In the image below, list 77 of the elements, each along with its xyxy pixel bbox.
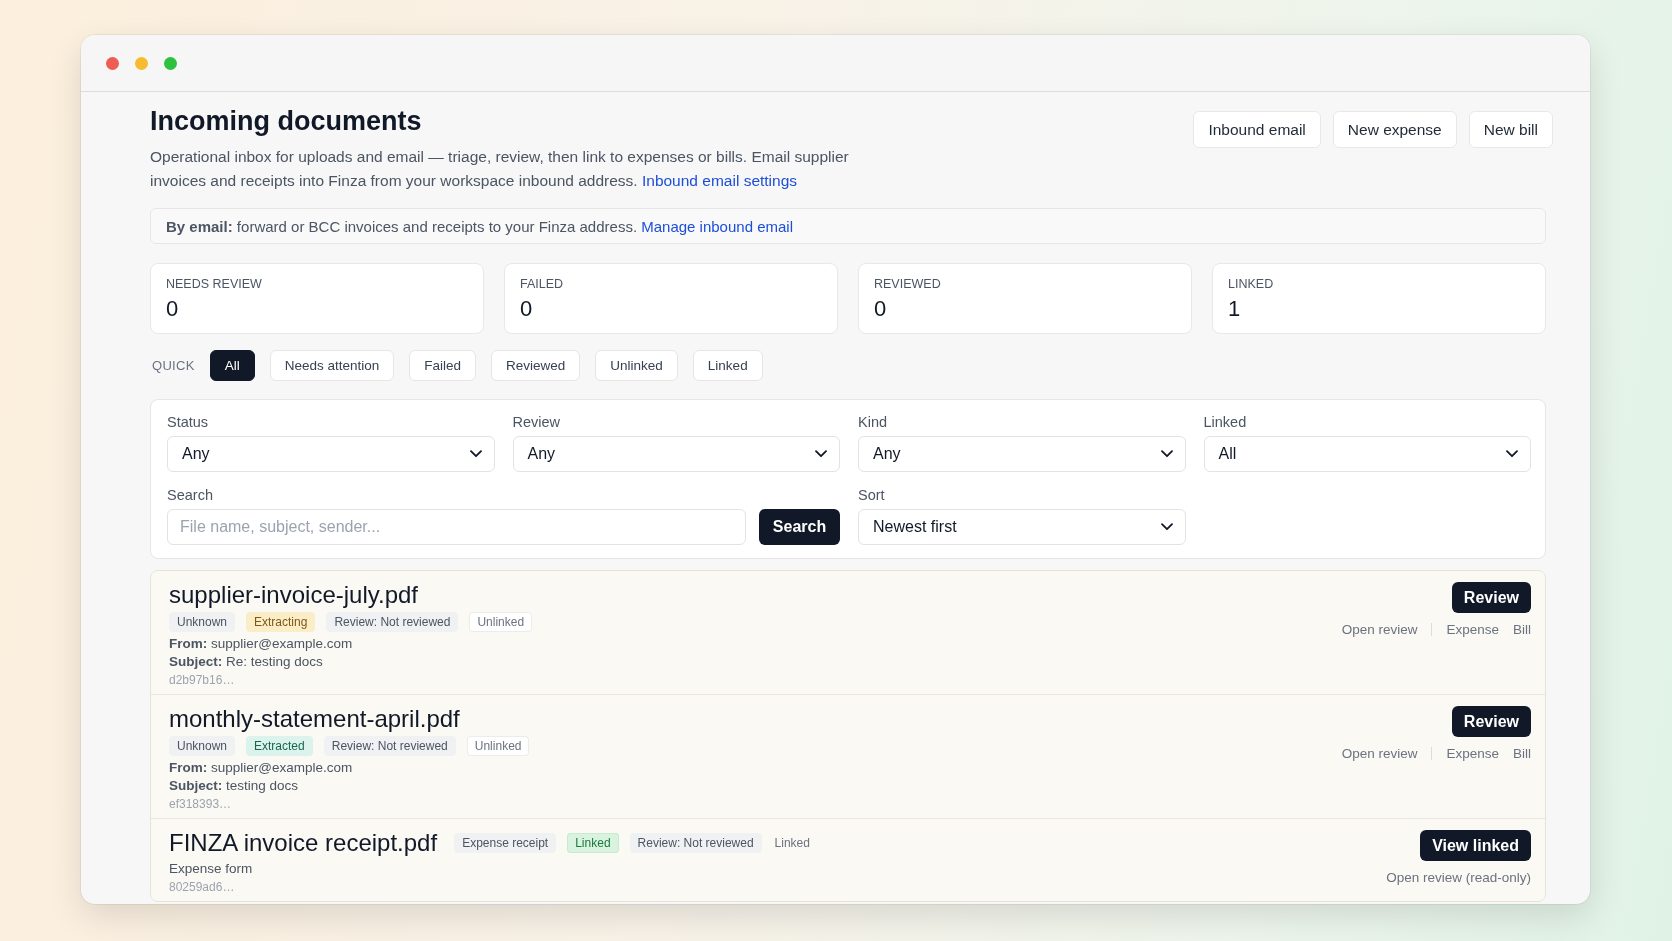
status-badge: Review: Not reviewed xyxy=(323,736,456,756)
header-button[interactable]: New bill xyxy=(1468,111,1553,148)
field-label: Linked xyxy=(1203,413,1247,431)
stat-value: 0 xyxy=(874,296,887,322)
manage-inbound-email-link[interactable]: Manage inbound email xyxy=(641,217,793,235)
stat-value: 0 xyxy=(166,296,179,322)
row-action-button[interactable]: Review xyxy=(1451,582,1531,613)
field-label: Review xyxy=(512,413,561,431)
header-button[interactable]: New expense xyxy=(1332,111,1457,148)
page-title: Incoming documents xyxy=(150,105,423,138)
document-id-text: 80259ad6… xyxy=(169,879,235,896)
chevron-down-icon xyxy=(1160,523,1173,531)
status-badge: Review: Not reviewed xyxy=(326,612,459,632)
document-id-text: ef318393… xyxy=(169,796,232,813)
row-link[interactable]: Expense xyxy=(1446,745,1499,761)
select-field[interactable]: Any xyxy=(167,436,495,472)
row-link[interactable]: Bill xyxy=(1513,621,1531,637)
row-link[interactable]: Open review xyxy=(1341,621,1418,637)
quick-filter-tab[interactable]: Failed xyxy=(409,350,477,381)
document-note-text: Expense form xyxy=(169,860,253,878)
document-title: FINZA invoice receipt.pdf xyxy=(169,829,438,857)
field-label: Kind xyxy=(858,413,888,431)
status-badge: Unknown xyxy=(169,736,236,756)
stat-label: LINKED xyxy=(1228,276,1274,292)
status-badge: Extracted xyxy=(246,736,313,756)
field-label: Search xyxy=(167,486,213,504)
select-field[interactable]: Any xyxy=(512,436,840,472)
select-field[interactable]: All xyxy=(1203,436,1531,472)
field-label: Status xyxy=(167,413,209,431)
email-notice-text: By email: forward or BCC invoices and receipts to your Finza address. Manage inbound email xyxy=(166,217,793,235)
document-id-text: d2b97b16… xyxy=(169,672,235,689)
chevron-down-icon xyxy=(469,450,482,458)
header-button[interactable]: Inbound email xyxy=(1193,111,1321,148)
subject-text: Subject: testing docs xyxy=(169,777,299,795)
sort-select-field[interactable]: Newest first xyxy=(858,509,1186,545)
row-action-button[interactable]: View linked xyxy=(1420,830,1531,861)
row-link[interactable]: Expense xyxy=(1446,621,1499,637)
document-title: supplier-invoice-july.pdf xyxy=(169,581,418,609)
chevron-down-icon xyxy=(1160,450,1173,458)
search-button[interactable]: Search xyxy=(759,509,840,545)
window-close-icon[interactable] xyxy=(106,56,119,70)
stat-label: FAILED xyxy=(520,276,564,292)
inbound-email-settings-link[interactable]: Inbound email settings xyxy=(641,172,798,189)
subject-text: Subject: Re: testing docs xyxy=(169,653,323,671)
quick-filter-tab[interactable]: Linked xyxy=(692,350,763,381)
page-description: Operational inbox for uploads and email — triage, review, then link to expenses or bills. Email supplier invoices and receipts into Finza from your workspace inbound address. Inbound email settings xyxy=(150,147,850,191)
status-badge: Unlinked xyxy=(469,612,533,632)
row-action-button[interactable]: Review xyxy=(1451,706,1531,737)
status-badge: Unlinked xyxy=(466,736,530,756)
stat-value: 1 xyxy=(1228,296,1241,322)
link-status-text: Linked xyxy=(773,835,811,852)
search-field[interactable]: File name, subject, sender... xyxy=(167,509,746,545)
sender-text: From: supplier@example.com xyxy=(169,635,353,653)
chevron-down-icon xyxy=(1506,450,1518,458)
stat-value: 0 xyxy=(520,296,533,322)
stat-label: REVIEWED xyxy=(874,276,941,292)
status-badge: Unknown xyxy=(169,612,236,632)
quick-filter-tab[interactable]: Reviewed xyxy=(491,350,581,381)
document-title: monthly-statement-april.pdf xyxy=(169,705,460,733)
row-link[interactable]: Bill xyxy=(1513,745,1531,761)
row-link[interactable]: Open review (read-only) xyxy=(1386,869,1531,885)
quick-filter-tab[interactable]: Unlinked xyxy=(595,350,678,381)
window-zoom-icon[interactable] xyxy=(164,56,177,70)
stat-label: NEEDS REVIEW xyxy=(166,276,262,292)
quick-filter-tab[interactable]: Needs attention xyxy=(269,350,395,381)
status-badge: Linked xyxy=(567,833,619,853)
quick-filter-label: QUICK xyxy=(152,358,195,373)
select-field[interactable]: Any xyxy=(858,436,1186,472)
chevron-down-icon xyxy=(815,450,827,458)
quick-filter-tab[interactable]: All xyxy=(209,350,255,381)
sender-text: From: supplier@example.com xyxy=(169,759,353,777)
window-minimize-icon[interactable] xyxy=(135,56,148,70)
status-badge: Expense receipt xyxy=(454,833,557,853)
row-link[interactable]: Open review xyxy=(1341,745,1418,761)
field-label: Sort xyxy=(858,486,885,504)
status-badge: Extracting xyxy=(246,612,316,632)
status-badge: Review: Not reviewed xyxy=(629,833,762,853)
